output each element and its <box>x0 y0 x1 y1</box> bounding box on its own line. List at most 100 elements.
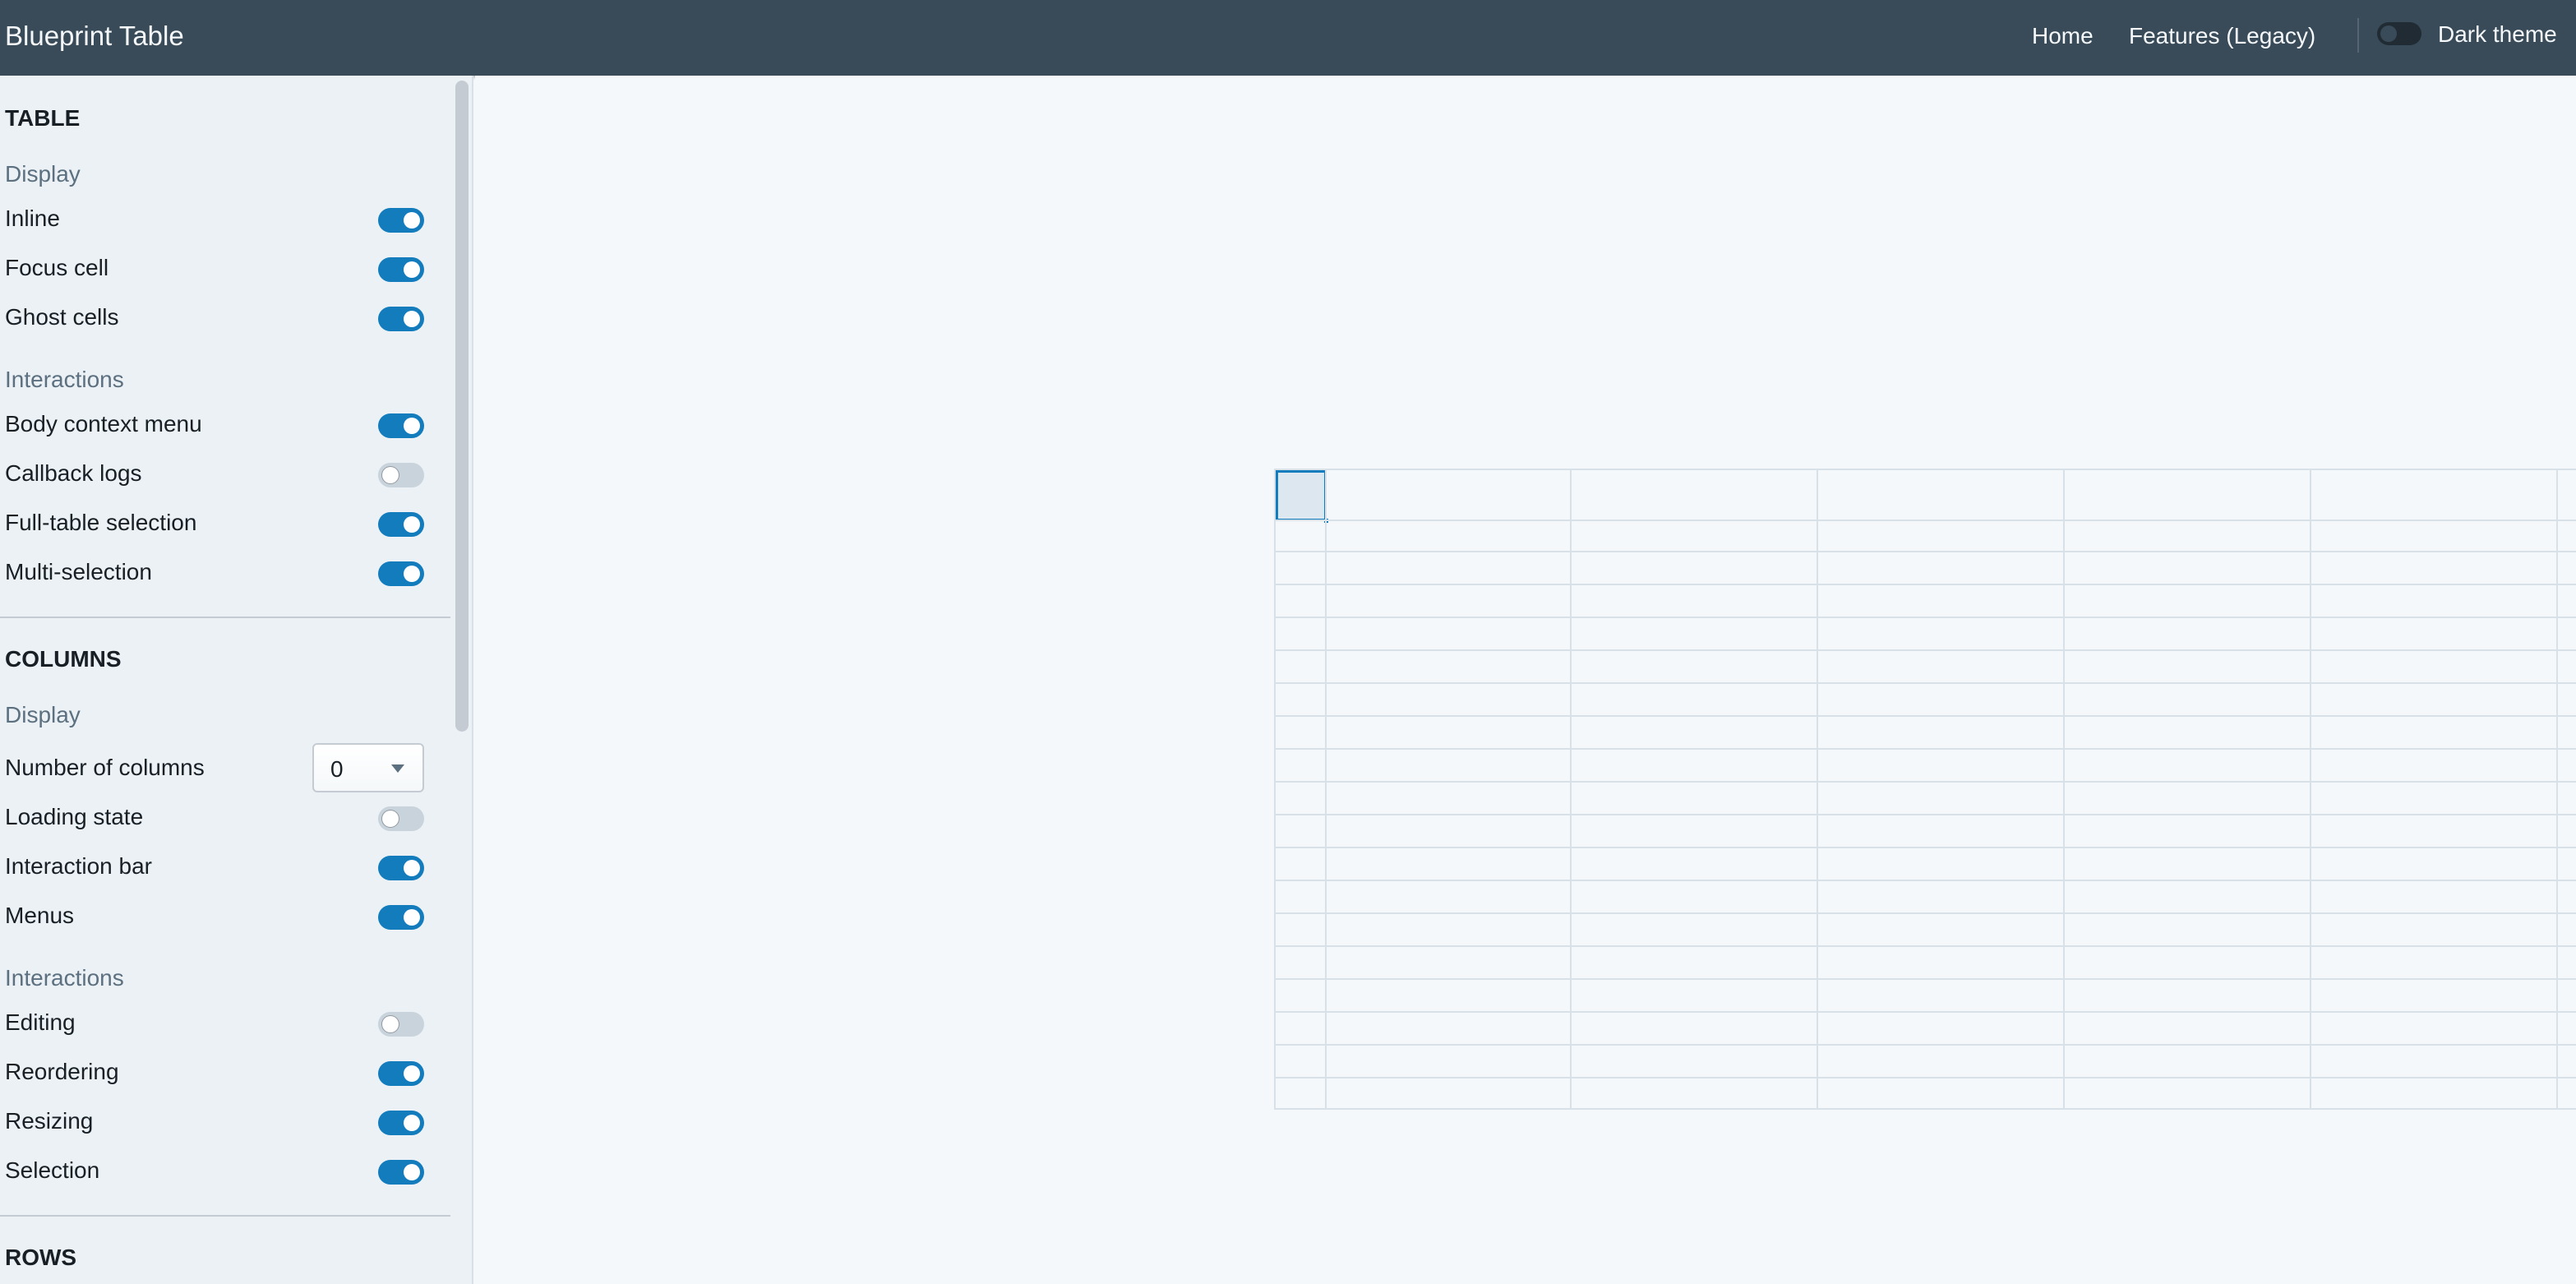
section-divider <box>0 1215 450 1217</box>
option-label: Menus <box>5 903 75 928</box>
grid-column-line <box>1570 470 1572 1108</box>
group-label-columns-interactions: Interactions <box>5 965 124 991</box>
toggle-switch[interactable] <box>378 1012 424 1037</box>
switch-knob <box>404 212 420 229</box>
option-callback-logs[interactable]: Callback logs <box>0 449 450 498</box>
option-label: Callback logs <box>5 460 142 486</box>
sidebar-scrollbar-thumb[interactable] <box>455 81 469 732</box>
select-value: 0 <box>330 756 344 782</box>
option-ghost-cells[interactable]: Ghost cells <box>0 293 450 342</box>
grid-column-line <box>2310 470 2311 1108</box>
grid-row-line <box>1276 748 2576 750</box>
switch-knob <box>404 261 420 278</box>
switch-knob <box>404 860 420 876</box>
option-label: Focus cell <box>5 255 109 280</box>
option-label: Ghost cells <box>5 304 119 330</box>
switch-knob <box>404 311 420 327</box>
option-label: Loading state <box>5 804 144 829</box>
option-loading-state[interactable]: Loading state <box>0 792 450 842</box>
grid-row-line <box>1276 978 2576 980</box>
group-label-columns-display: Display <box>5 702 81 727</box>
option-multi-selection[interactable]: Multi-selection <box>0 547 450 597</box>
grid-row-line <box>1276 649 2576 651</box>
navbar: Blueprint Table Home Features (Legacy) D… <box>0 0 2576 76</box>
option-full-table-selection[interactable]: Full-table selection <box>0 498 450 547</box>
grid-row-line <box>1276 945 2576 947</box>
nav-link-home[interactable]: Home <box>2032 18 2094 54</box>
grid-row-line <box>1276 1077 2576 1078</box>
section-title-table: TABLE <box>5 105 81 131</box>
switch-knob <box>382 467 399 483</box>
option-label: Full-table selection <box>5 510 197 535</box>
main-content <box>475 76 2576 1284</box>
toggle-switch[interactable] <box>378 257 424 282</box>
option-selection[interactable]: Selection <box>0 1146 450 1195</box>
grid-row-line <box>1276 682 2576 684</box>
toggle-switch[interactable] <box>378 512 424 537</box>
option-menus[interactable]: Menus <box>0 891 450 940</box>
option-label: Interaction bar <box>5 853 152 879</box>
grid-row-line <box>1276 781 2576 783</box>
option-label: Multi-selection <box>5 559 152 584</box>
caret-down-icon <box>391 764 404 773</box>
toggle-switch[interactable] <box>378 856 424 880</box>
option-label: Resizing <box>5 1108 94 1134</box>
toggle-switch[interactable] <box>378 806 424 831</box>
grid-column-line <box>2556 470 2558 1108</box>
grid-row-line <box>1276 814 2576 815</box>
section-divider <box>0 617 450 618</box>
option-reordering[interactable]: Reordering <box>0 1047 450 1097</box>
toggle-switch[interactable] <box>378 1160 424 1185</box>
option-focus-cell[interactable]: Focus cell <box>0 243 450 293</box>
grid-column-line <box>2063 470 2065 1108</box>
grid-row-line <box>1276 584 2576 585</box>
dark-theme-switch[interactable] <box>2377 22 2421 45</box>
app-title: Blueprint Table <box>5 21 184 51</box>
nav-link-features-legacy[interactable]: Features (Legacy) <box>2129 18 2315 54</box>
option-label: Number of columns <box>5 755 205 780</box>
dark-theme-label: Dark theme <box>2438 21 2557 47</box>
sidebar: TABLE Display Inline Focus cell Ghost ce… <box>0 76 450 1284</box>
switch-knob <box>404 909 420 926</box>
table-grid[interactable] <box>1274 469 2576 1110</box>
option-label: Inline <box>5 206 60 231</box>
grid-row-line <box>1276 617 2576 618</box>
grid-row-line <box>1276 520 2576 521</box>
switch-knob <box>404 566 420 582</box>
option-interaction-bar[interactable]: Interaction bar <box>0 842 450 891</box>
option-label: Selection <box>5 1157 100 1183</box>
option-resizing[interactable]: Resizing <box>0 1097 450 1146</box>
option-number-of-columns: Number of columns 0 <box>0 743 450 792</box>
switch-knob <box>382 811 399 827</box>
switch-knob <box>404 1115 420 1131</box>
toggle-switch[interactable] <box>378 905 424 930</box>
grid-row-line <box>1276 715 2576 717</box>
option-body-context-menu[interactable]: Body context menu <box>0 400 450 449</box>
toggle-switch[interactable] <box>378 561 424 586</box>
grid-row-line <box>1276 1011 2576 1013</box>
toggle-switch[interactable] <box>378 413 424 438</box>
toggle-switch[interactable] <box>378 1111 424 1135</box>
toggle-switch[interactable] <box>378 307 424 331</box>
grid-row-line <box>1276 912 2576 914</box>
option-label: Editing <box>5 1009 76 1035</box>
switch-knob <box>404 1164 420 1180</box>
number-of-columns-select[interactable]: 0 <box>312 743 424 792</box>
switch-knob <box>404 516 420 533</box>
option-editing[interactable]: Editing <box>0 998 450 1047</box>
group-label-table-display: Display <box>5 161 81 187</box>
grid-column-line <box>1325 470 1327 1108</box>
section-title-columns: COLUMNS <box>5 646 122 672</box>
toggle-switch[interactable] <box>378 1061 424 1086</box>
option-inline[interactable]: Inline <box>0 194 450 243</box>
grid-row-line <box>1276 847 2576 848</box>
focus-cell[interactable] <box>1276 470 1328 523</box>
toggle-switch[interactable] <box>378 463 424 487</box>
grid-row-line <box>1276 1044 2576 1046</box>
grid-column-line <box>1817 470 1818 1108</box>
section-title-rows: ROWS <box>5 1245 77 1270</box>
option-label: Body context menu <box>5 411 202 436</box>
switch-knob <box>404 1065 420 1082</box>
toggle-switch[interactable] <box>378 208 424 233</box>
option-label: Reordering <box>5 1059 119 1084</box>
